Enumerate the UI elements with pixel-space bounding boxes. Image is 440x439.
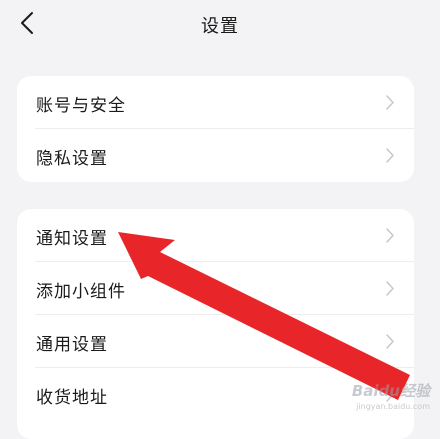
header-bar: 设置 [0,0,440,48]
settings-row-account-security[interactable]: 账号与安全 [17,76,414,129]
chevron-right-icon [386,95,394,110]
row-label: 收货地址 [36,388,108,408]
chevron-right-icon [386,148,394,163]
chevron-right-icon [386,334,394,349]
baidu-watermark: Baidu经验 jingyan.baidu.com [334,380,434,416]
chevron-right-icon [386,228,394,243]
watermark-main: Baidu经验 [351,382,430,400]
chevron-right-icon [386,281,394,296]
page-title: 设置 [201,16,239,37]
row-label: 账号与安全 [36,96,126,116]
settings-group-account: 账号与安全 隐私设置 [17,76,414,182]
row-label: 通知设置 [36,229,108,249]
settings-row-general[interactable]: 通用设置 [17,315,414,368]
settings-row-add-widget[interactable]: 添加小组件 [17,262,414,315]
settings-row-notifications[interactable]: 通知设置 [17,209,414,262]
row-label: 添加小组件 [36,282,126,302]
settings-row-privacy[interactable]: 隐私设置 [17,129,414,182]
row-label: 通用设置 [36,335,108,355]
watermark-sub: jingyan.baidu.com [356,402,430,411]
row-label: 隐私设置 [36,149,108,169]
